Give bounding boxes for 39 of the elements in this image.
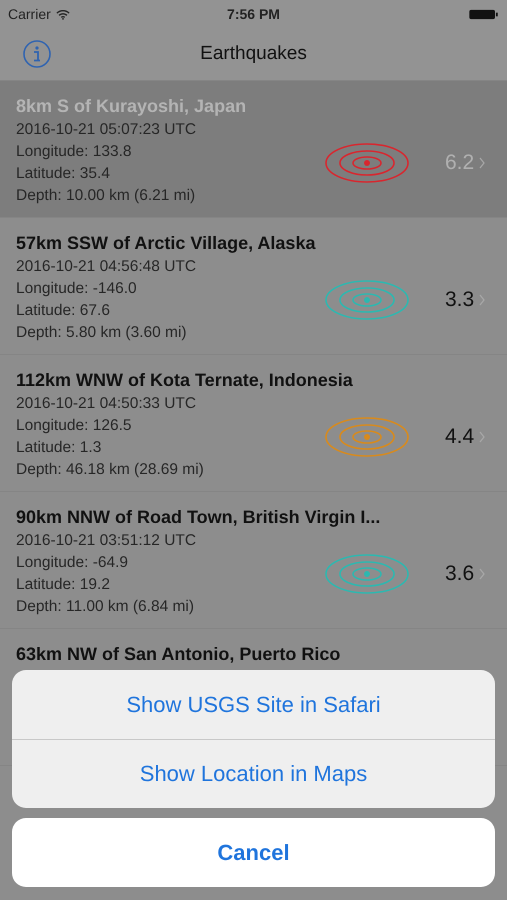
- latitude-text: Latitude: 67.6: [16, 302, 111, 320]
- quake-time: 2016-10-21 03:51:12 UTC: [16, 532, 198, 550]
- quake-time: 2016-10-21 04:56:48 UTC: [16, 258, 198, 276]
- longitude-text: Longitude: 126.5: [16, 417, 132, 435]
- magnitude-value: 3.6: [445, 562, 476, 586]
- latitude-text: Latitude: 19.2: [16, 576, 111, 594]
- chevron-icon: [479, 294, 485, 306]
- quake-row[interactable]: 112km WNW of Kota Ternate, Indonesia 2016-10-21 04:50:33 UTC Longitude: 126.5 Latitude: 1.3 Depth: 46.18 km (28.69 mi) 4.4: [0, 355, 507, 492]
- magnitude-value: 4.4: [445, 425, 476, 449]
- status-time: 7:56 PM: [227, 6, 280, 22]
- quake-place: 90km NNW of Road Town, British Virgin I...: [16, 507, 380, 528]
- chevron-icon: [479, 157, 485, 169]
- magnitude-value: 3.3: [445, 288, 476, 312]
- depth-text: Depth: 11.00 km (6.84 mi): [16, 598, 196, 616]
- chevron-icon: [479, 568, 485, 580]
- carrier-label: Carrier: [8, 6, 51, 22]
- chevron-icon: [479, 431, 485, 443]
- quake-time: 2016-10-21 05:07:23 UTC: [16, 121, 198, 139]
- latitude-text: Latitude: 35.4: [16, 165, 111, 183]
- quake-place: 57km SSW of Arctic Village, Alaska: [16, 233, 316, 254]
- quake-place: 112km WNW of Kota Ternate, Indonesia: [16, 370, 353, 391]
- action-button[interactable]: Show USGS Site in Safari: [12, 670, 495, 739]
- action-button[interactable]: Show Location in Maps: [12, 739, 495, 808]
- longitude-text: Longitude: -146.0: [16, 280, 138, 298]
- wifi-icon: [56, 8, 70, 20]
- quake-row[interactable]: 90km NNW of Road Town, British Virgin I... 2016-10-21 03:51:12 UTC Longitude: -64.9 Latitude: 19.2 Depth: 11.00 km (6.84 mi) 3.6: [0, 492, 507, 629]
- nav-title: Earthquakes: [200, 43, 307, 65]
- quake-place: 63km NW of San Antonio, Puerto Rico: [16, 644, 340, 665]
- longitude-text: Longitude: 133.8: [16, 143, 132, 161]
- depth-text: Depth: 46.18 km (28.69 mi): [16, 461, 205, 479]
- depth-text: Depth: 5.80 km (3.60 mi): [16, 324, 188, 342]
- longitude-text: Longitude: -64.9: [16, 554, 130, 572]
- cancel-button[interactable]: Cancel: [12, 818, 495, 887]
- quake-time: 2016-10-21 04:50:33 UTC: [16, 395, 198, 413]
- quake-row[interactable]: 57km SSW of Arctic Village, Alaska 2016-10-21 04:56:48 UTC Longitude: -146.0 Latitude: 67.6 Depth: 5.80 km (3.60 mi) 3.3: [0, 218, 507, 355]
- latitude-text: Latitude: 1.3: [16, 439, 102, 457]
- depth-text: Depth: 10.00 km (6.21 mi): [16, 187, 196, 205]
- info-icon[interactable]: [22, 39, 52, 69]
- battery-icon: [469, 8, 499, 20]
